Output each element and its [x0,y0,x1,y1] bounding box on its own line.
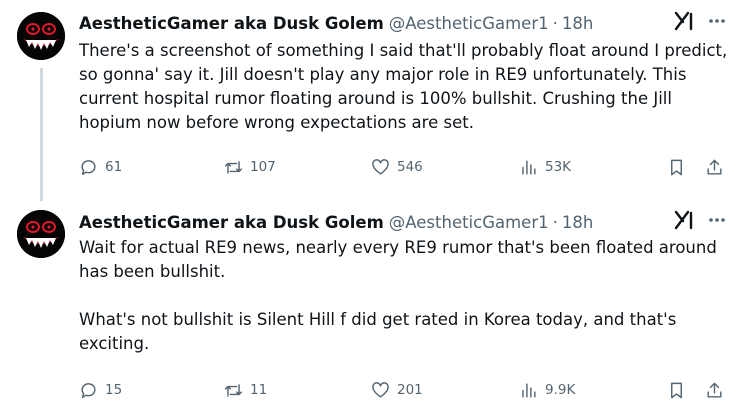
separator-dot: · [552,13,558,33]
timestamp[interactable]: 18h [562,213,593,232]
tweet-text: Wait for actual RE9 news, nearly every R… [79,236,739,356]
bookmark-icon [671,159,682,175]
author-name[interactable]: AestheticGamer aka Dusk Golem [79,213,384,232]
tweet-header: AestheticGamer aka Dusk Golem @Aesthetic… [79,10,733,34]
reply-count: 61 [105,159,123,175]
like-button[interactable]: 546 [371,156,423,178]
timestamp[interactable]: 18h [562,14,593,33]
reply-button[interactable]: 15 [79,379,122,401]
action-bar: 15 11 201 9.9K [79,379,735,401]
view-count: 53K [545,159,572,175]
tweet[interactable]: AestheticGamer aka Dusk Golem @Aesthetic… [0,201,745,414]
like-button[interactable]: 201 [371,379,423,401]
views-button[interactable]: 53K [519,156,571,178]
tweet-paragraph: There's a screenshot of something I said… [79,41,728,132]
repost-count: 11 [250,382,268,398]
reply-icon [81,159,96,175]
reply-icon [81,382,96,398]
grok-icon[interactable] [673,10,695,32]
more-icon[interactable] [707,11,727,31]
separator-dot: · [552,212,558,232]
demon-face-icon [17,210,65,258]
repost-button[interactable]: 107 [224,156,276,178]
author-handle[interactable]: @AestheticGamer1 [389,213,549,232]
header-actions [673,209,733,231]
reply-button[interactable]: 61 [79,156,122,178]
avatar[interactable] [17,12,65,60]
repost-icon [224,383,243,397]
author-name[interactable]: AestheticGamer aka Dusk Golem [79,14,384,33]
views-icon [522,382,536,398]
repost-count: 107 [250,159,276,175]
header-actions [673,10,733,32]
tweet-paragraph: What's not bullshit is Silent Hill f did… [79,310,677,353]
avatar[interactable] [17,210,65,258]
share-icon [707,159,722,175]
reply-count: 15 [105,382,123,398]
tweet[interactable]: AestheticGamer aka Dusk Golem @Aesthetic… [0,0,745,201]
views-icon [522,159,536,175]
bookmark-button[interactable] [667,379,686,401]
tweet-header: AestheticGamer aka Dusk Golem @Aesthetic… [79,209,733,233]
view-count: 9.9K [545,382,576,398]
share-button[interactable] [705,379,724,401]
demon-face-icon [17,12,65,60]
repost-icon [224,160,243,174]
thread-connector-line [40,68,43,201]
tweet-paragraph: Wait for actual RE9 news, nearly every R… [79,238,717,281]
like-icon [372,158,389,175]
bookmark-icon [671,382,682,398]
bookmark-button[interactable] [667,156,686,178]
tweet-text: There's a screenshot of something I said… [79,39,739,135]
share-icon [707,382,722,398]
like-count: 546 [397,159,423,175]
author-handle[interactable]: @AestheticGamer1 [389,14,549,33]
action-bar: 61 107 546 53K [79,156,735,178]
more-icon[interactable] [707,210,727,230]
grok-icon[interactable] [673,209,695,231]
like-count: 201 [397,382,423,398]
like-icon [372,381,389,398]
share-button[interactable] [705,156,724,178]
views-button[interactable]: 9.9K [519,379,575,401]
repost-button[interactable]: 11 [224,379,267,401]
